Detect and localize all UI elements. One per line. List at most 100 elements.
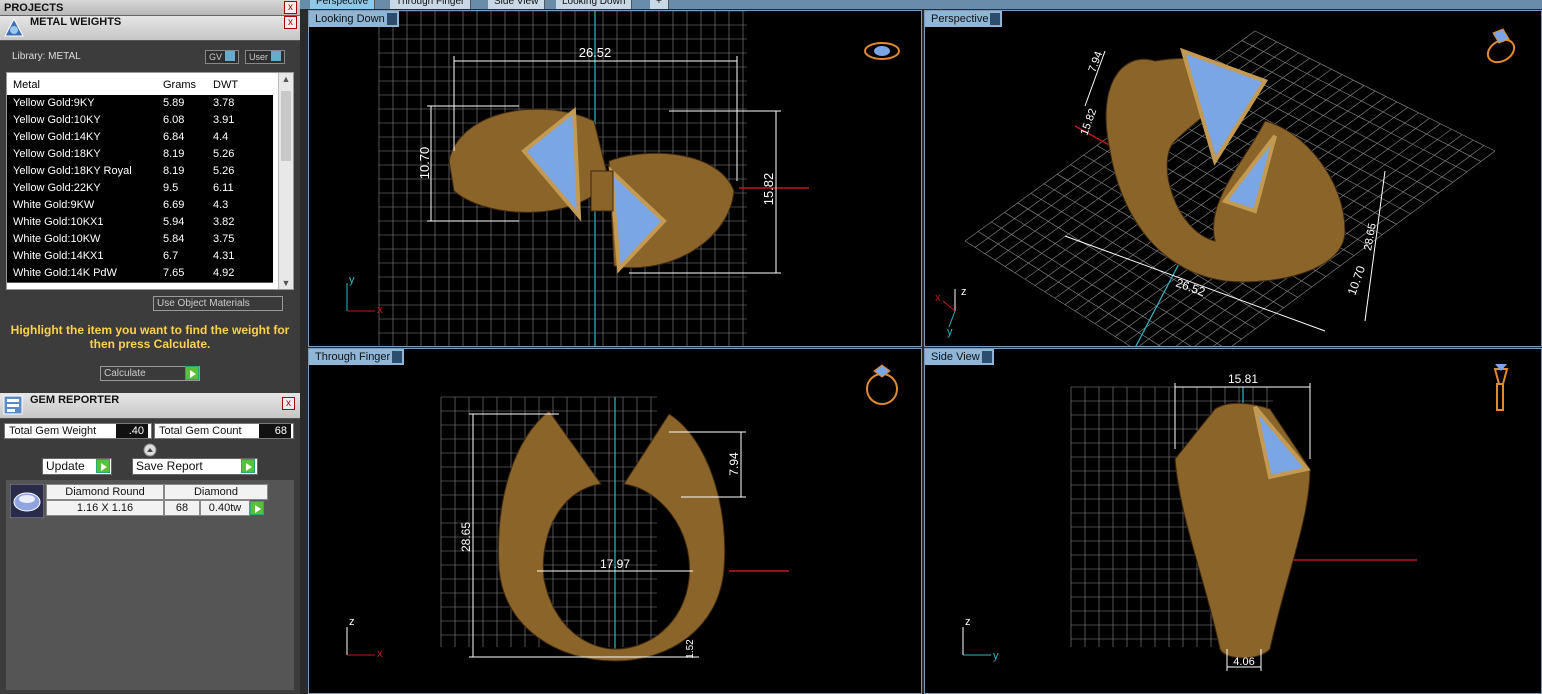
calculate-label: Calculate: [104, 368, 146, 379]
viewport-looking-down[interactable]: 26.52 10.70 15.82 y x Looking Down: [308, 10, 922, 347]
metal-name: White Gold:9KW: [13, 199, 95, 211]
metal-weights-header: METAL WEIGHTS x: [0, 16, 300, 41]
viewport-perspective[interactable]: 7.94 15.82 26.52 10.70 28.65 z x y Persp…: [924, 10, 1542, 347]
metal-row[interactable]: White Gold:9KW 6.69 4.3: [7, 197, 273, 215]
metal-row[interactable]: Yellow Gold:10KY 6.08 3.91: [7, 112, 273, 130]
gem-reporter-header: GEM REPORTER x: [0, 393, 300, 419]
tab-perspective[interactable]: Perspective: [310, 0, 376, 9]
view-tabs: Perspective Through Finger Side View Loo…: [300, 0, 1542, 9]
side-view-label[interactable]: Side View: [925, 349, 994, 365]
metal-grams: 8.19: [163, 148, 185, 160]
viewport-side-view[interactable]: 15.81 4.06 z y Side View: [924, 348, 1542, 694]
gem-reporter-close-button[interactable]: x: [282, 397, 295, 410]
calculate-hint: Highlight the item you want to find the …: [10, 323, 290, 351]
metal-weights-icon: [4, 17, 24, 37]
scroll-down-icon[interactable]: ▼: [279, 278, 293, 288]
use-object-materials-toggle[interactable]: Use Object Materials: [153, 296, 283, 311]
perspective-canvas[interactable]: 7.94 15.82 26.52 10.70 28.65 z x y: [925, 11, 1542, 347]
axis-x: x: [377, 304, 383, 316]
col-metal[interactable]: Metal: [13, 75, 40, 95]
ring-side-orientation-icon[interactable]: [1493, 364, 1509, 411]
collapse-icon[interactable]: [143, 443, 157, 457]
metal-grams: 8.19: [163, 165, 185, 177]
save-report-label: Save Report: [136, 459, 203, 473]
ring-side-profile: [1174, 402, 1311, 659]
total-gem-count-value: 68: [259, 424, 291, 438]
dim-tf-1-52: 1.52: [685, 639, 696, 659]
metal-dwt: 3.78: [213, 97, 235, 109]
projects-close-button[interactable]: x: [284, 1, 297, 14]
metal-grams: 6.84: [163, 131, 185, 143]
metal-name: White Gold:14KX1: [13, 250, 104, 262]
side-view-canvas[interactable]: 15.81 4.06 z y: [925, 349, 1542, 694]
ring-perspective-orientation-icon[interactable]: [1484, 28, 1518, 67]
metal-name: Yellow Gold:14KY: [13, 131, 101, 143]
metal-dwt: 5.26: [213, 165, 235, 177]
save-report-button[interactable]: Save Report: [132, 458, 258, 475]
metal-row[interactable]: Yellow Gold:18KY Royal 8.19 5.26: [7, 163, 273, 181]
gem-row-go-icon[interactable]: [250, 501, 264, 515]
col-grams[interactable]: Grams: [163, 75, 196, 95]
tab-add[interactable]: +: [650, 0, 669, 9]
dim-sv-4-06: 4.06: [1233, 656, 1254, 668]
metal-dwt: 3.91: [213, 114, 235, 126]
dim-10-70: 10.70: [417, 147, 432, 180]
dim-persp-10-70: 10.70: [1345, 264, 1369, 297]
col-dwt[interactable]: DWT: [213, 75, 238, 95]
scroll-up-icon[interactable]: ▲: [279, 74, 293, 84]
metal-weights-close-button[interactable]: x: [284, 16, 297, 29]
through-finger-label[interactable]: Through Finger: [309, 349, 405, 365]
metal-row[interactable]: White Gold:14KX1 6.7 4.31: [7, 248, 273, 266]
metal-table: Metal Grams DWT Yellow Gold:9KY 5.89 3.78 Y…: [6, 72, 294, 290]
viewport-through-finger[interactable]: 28.65 7.94 17.97 1.52 z x Through Finger: [308, 348, 922, 694]
dim-26-52: 26.52: [579, 45, 612, 60]
dim-tf-28-65: 28.65: [459, 522, 473, 552]
through-finger-canvas[interactable]: 28.65 7.94 17.97 1.52 z x: [309, 349, 922, 694]
dim-persp-15-82: 15.82: [1079, 107, 1100, 137]
dim-persp-7-94: 7.94: [1087, 50, 1106, 74]
metal-row[interactable]: White Gold:10KX1 5.94 3.82: [7, 214, 273, 232]
metal-row[interactable]: Yellow Gold:22KY 9.5 6.11: [7, 180, 273, 198]
gem-list: Diamond Round Diamond 1.16 X 1.16 68 0.4…: [6, 480, 294, 690]
perspective-label[interactable]: Perspective: [925, 11, 1003, 27]
axis-x-persp: x: [935, 292, 941, 304]
metal-table-header: Metal Grams DWT: [7, 75, 273, 95]
dim-tf-7-94: 7.94: [727, 452, 741, 476]
gem-row[interactable]: Diamond Round Diamond 1.16 X 1.16 68 0.4…: [6, 480, 294, 520]
metal-row[interactable]: Yellow Gold:14KY 6.84 4.4: [7, 129, 273, 147]
metal-name: Yellow Gold:18KY Royal: [13, 165, 132, 177]
axis-y-sv: y: [993, 650, 999, 662]
save-report-go-icon[interactable]: [241, 459, 255, 473]
gem-reporter-icon: [3, 395, 23, 415]
metal-row[interactable]: Yellow Gold:9KY 5.89 3.78: [7, 95, 273, 113]
looking-down-canvas[interactable]: 26.52 10.70 15.82 y x: [309, 11, 922, 347]
metal-row[interactable]: White Gold:14K PdW 7.65 4.92: [7, 265, 273, 283]
metal-row[interactable]: Yellow Gold:18KY 8.19 5.26: [7, 146, 273, 164]
dim-sv-15-81: 15.81: [1228, 372, 1258, 386]
tab-through-finger[interactable]: Through Finger: [390, 0, 472, 9]
tab-side-view[interactable]: Side View: [488, 0, 546, 9]
ring-shank-through-finger: [497, 410, 726, 662]
calculate-go-icon[interactable]: [185, 366, 199, 380]
metal-dwt: 4.31: [213, 250, 235, 262]
metal-grams: 5.89: [163, 97, 185, 109]
user-toggle[interactable]: User: [245, 50, 286, 64]
ring-front-orientation-icon[interactable]: [866, 364, 898, 405]
diamond-round-icon: [10, 484, 44, 518]
gv-toggle[interactable]: GV: [205, 50, 240, 64]
scroll-thumb[interactable]: [281, 91, 291, 161]
update-go-icon[interactable]: [96, 459, 110, 473]
tab-looking-down[interactable]: Looking Down: [556, 0, 633, 9]
projects-title: PROJECTS: [4, 2, 64, 14]
ring-shank-left: [448, 108, 610, 213]
looking-down-label[interactable]: Looking Down: [309, 11, 399, 27]
metal-name: Yellow Gold:9KY: [13, 97, 95, 109]
metal-dwt: 4.3: [213, 199, 229, 211]
total-gem-weight-label: Total Gem Weight: [9, 425, 97, 437]
left-panel: PROJECTS x METAL WEIGHTS x Library: META…: [0, 0, 300, 694]
metal-row[interactable]: White Gold:10KW 5.84 3.75: [7, 231, 273, 249]
dim-tf-17-97: 17.97: [600, 557, 630, 571]
ring-top-orientation-icon[interactable]: [864, 42, 900, 60]
metal-dwt: 4.92: [213, 267, 235, 279]
metal-table-scrollbar[interactable]: ▲ ▼: [278, 73, 293, 289]
